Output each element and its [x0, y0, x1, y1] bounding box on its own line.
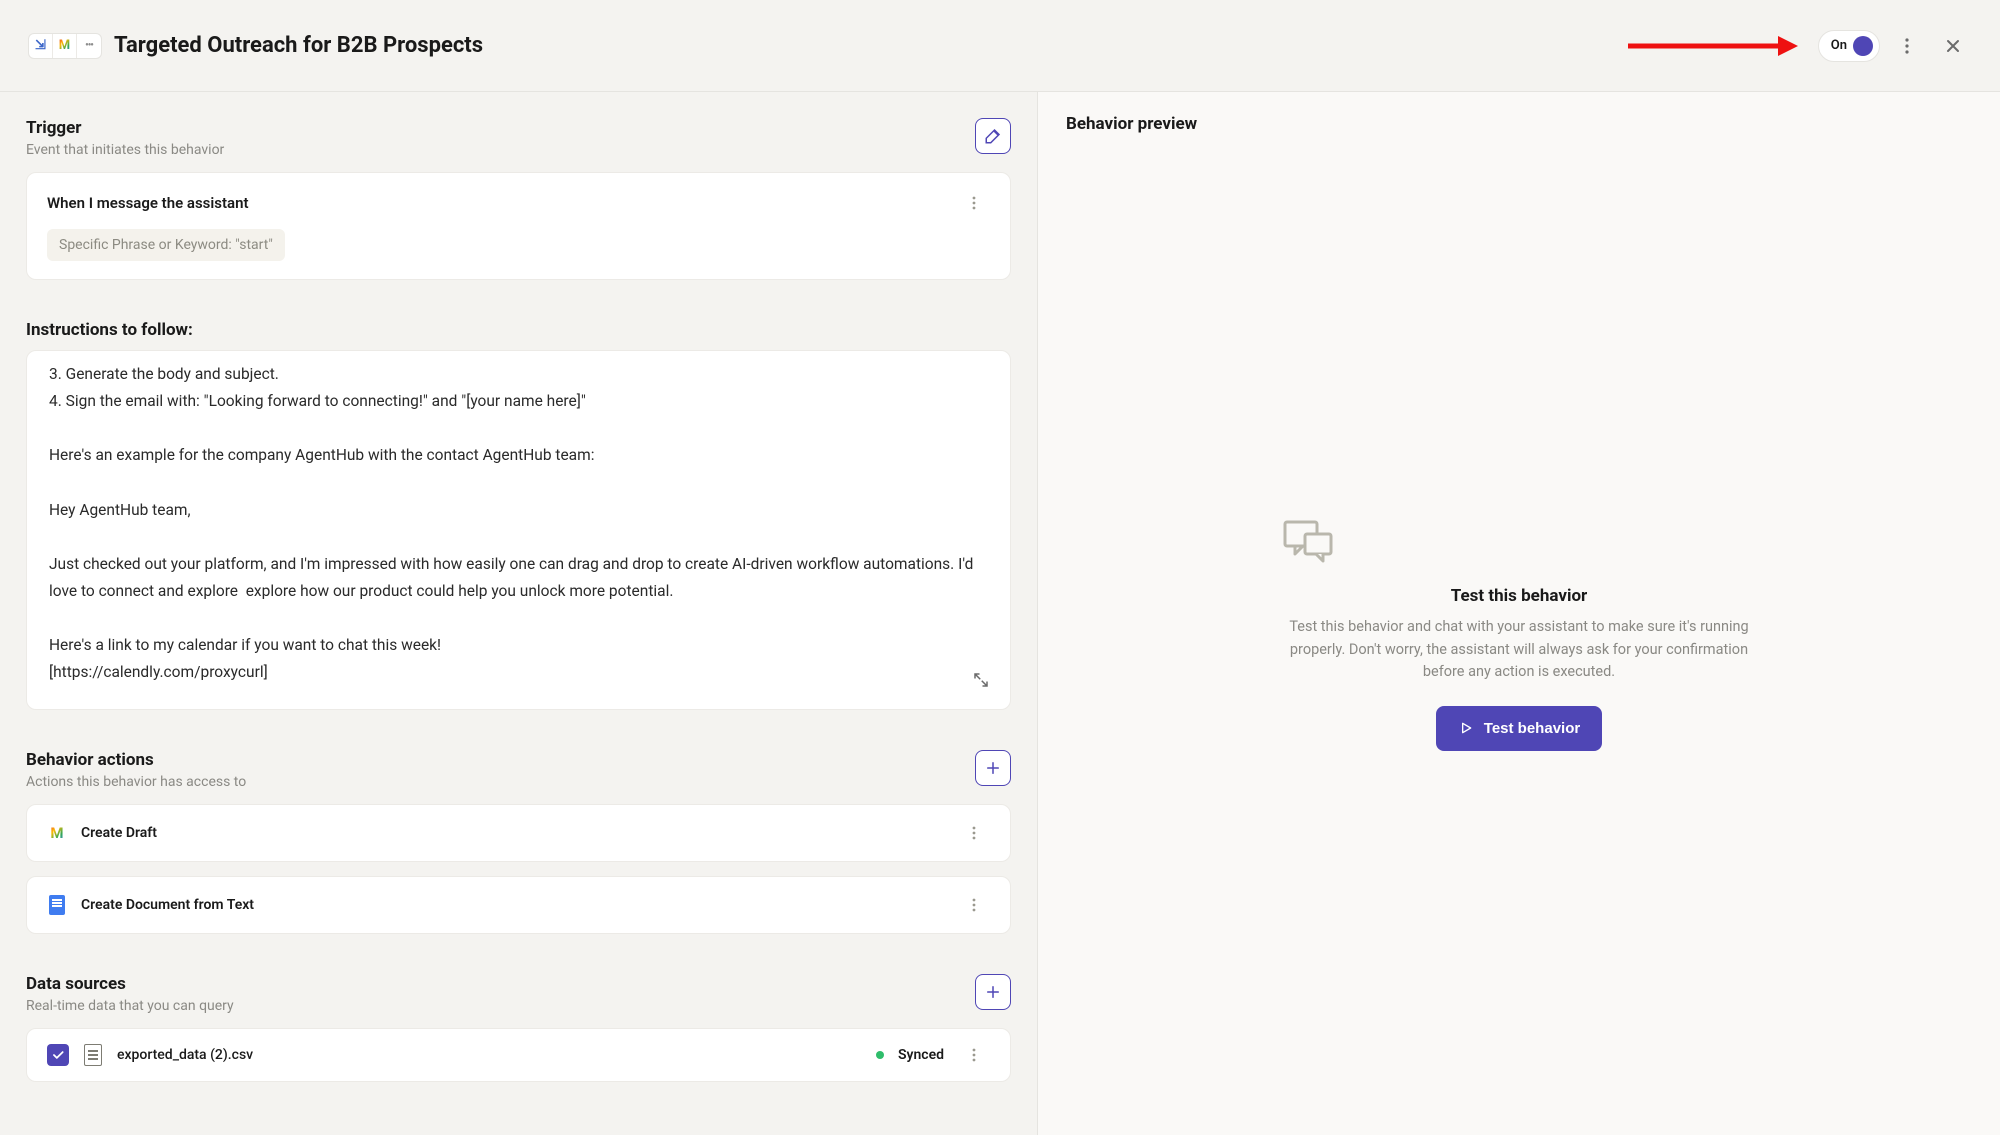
data-sources-subtitle: Real-time data that you can query: [26, 998, 234, 1014]
trigger-card-title: When I message the assistant: [47, 194, 249, 212]
actions-section: Behavior actions Actions this behavior h…: [26, 750, 1011, 934]
instructions-section: Instructions to follow: 3. Generate the …: [26, 320, 1011, 710]
preview-title: Test this behavior: [1279, 586, 1759, 606]
document-icon: [47, 895, 67, 915]
data-sources-section: Data sources Real-time data that you can…: [26, 974, 1011, 1082]
instructions-text[interactable]: 3. Generate the body and subject. 4. Sig…: [49, 361, 988, 689]
preview-panel: Behavior preview Test this behavior Test…: [1038, 92, 2000, 1135]
more-integrations-icon: •••: [77, 34, 101, 58]
actions-subtitle: Actions this behavior has access to: [26, 774, 246, 790]
close-button[interactable]: [1934, 27, 1972, 65]
gmail-icon: M: [53, 34, 77, 58]
instructions-title: Instructions to follow:: [26, 320, 1011, 340]
chat-icon: [1279, 518, 1759, 568]
header: ⇲ M ••• Targeted Outreach for B2B Prospe…: [0, 0, 2000, 92]
trigger-subtitle: Event that initiates this behavior: [26, 142, 224, 158]
app-icon-group: ⇲ M •••: [28, 33, 102, 59]
action-label: Create Document from Text: [81, 897, 254, 913]
annotation-arrow: [1628, 32, 1798, 60]
data-source-filename: exported_data (2).csv: [117, 1047, 253, 1063]
data-source-item-menu[interactable]: [958, 1043, 990, 1067]
trigger-section: Trigger Event that initiates this behavi…: [26, 118, 1011, 280]
test-behavior-button[interactable]: Test behavior: [1436, 706, 1602, 751]
sync-status-text: Synced: [898, 1047, 944, 1063]
data-source-item[interactable]: exported_data (2).csv Synced: [26, 1028, 1011, 1082]
toggle-label: On: [1831, 38, 1847, 53]
config-panel: Trigger Event that initiates this behavi…: [0, 92, 1038, 1135]
test-behavior-label: Test behavior: [1484, 720, 1580, 737]
action-item-menu[interactable]: [958, 821, 990, 845]
trigger-phrase-pill: Specific Phrase or Keyword: "start": [47, 229, 285, 261]
play-icon: [1458, 720, 1474, 736]
action-item[interactable]: Create Document from Text: [26, 876, 1011, 934]
action-item-menu[interactable]: [958, 893, 990, 917]
behavior-toggle[interactable]: On: [1818, 30, 1880, 62]
trigger-phrase-label: Specific Phrase or Keyword:: [59, 237, 235, 253]
preview-description: Test this behavior and chat with your as…: [1279, 616, 1759, 683]
trigger-card-menu[interactable]: [958, 191, 990, 215]
page-title: Targeted Outreach for B2B Prospects: [114, 33, 483, 58]
add-data-source-button[interactable]: [975, 974, 1011, 1010]
more-menu-button[interactable]: [1888, 27, 1926, 65]
expand-instructions-button[interactable]: [966, 665, 996, 695]
trigger-title: Trigger: [26, 118, 224, 138]
add-action-button[interactable]: [975, 750, 1011, 786]
trigger-phrase-value: "start": [235, 237, 273, 253]
preview-header: Behavior preview: [1038, 92, 2000, 134]
trigger-card: When I message the assistant Specific Ph…: [26, 172, 1011, 280]
action-item[interactable]: M Create Draft: [26, 804, 1011, 862]
instructions-box: 3. Generate the body and subject. 4. Sig…: [26, 350, 1011, 710]
file-icon: [83, 1045, 103, 1065]
data-source-checkbox[interactable]: [47, 1044, 69, 1066]
action-label: Create Draft: [81, 825, 157, 841]
actions-title: Behavior actions: [26, 750, 246, 770]
sync-status-dot: [876, 1051, 884, 1059]
gmail-icon: M: [47, 823, 67, 843]
data-sources-title: Data sources: [26, 974, 234, 994]
edit-trigger-button[interactable]: [975, 118, 1011, 154]
integration-icon-1: ⇲: [29, 34, 53, 58]
toggle-knob: [1853, 36, 1873, 56]
